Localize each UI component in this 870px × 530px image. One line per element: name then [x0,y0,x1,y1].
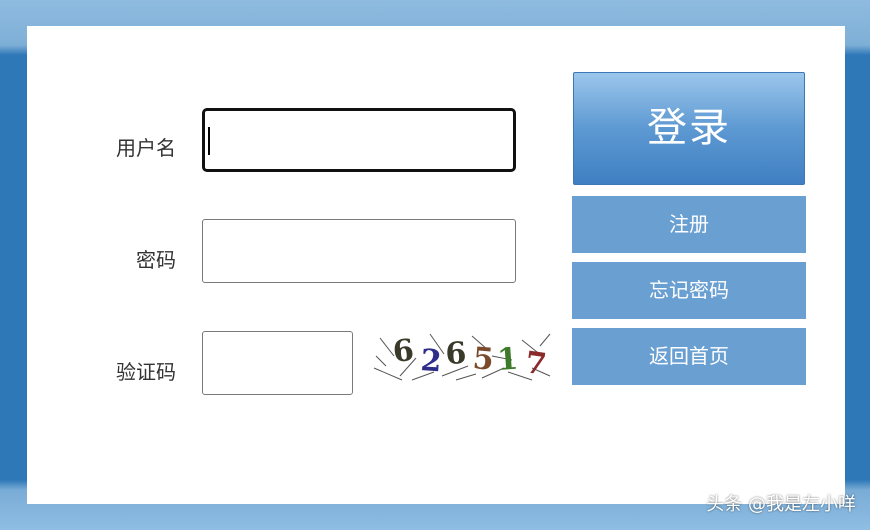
captcha-digit: 6 [445,336,468,372]
captcha-digit: 5 [471,341,495,378]
password-input[interactable] [203,220,515,282]
captcha-digit: 2 [419,343,442,379]
password-field[interactable] [202,219,516,283]
username-label: 用户名 [116,136,176,160]
password-label: 密码 [136,248,176,272]
username-input[interactable] [205,111,513,169]
text-cursor [208,127,210,155]
captcha-input[interactable] [203,332,352,394]
forgot-password-button[interactable]: 忘记密码 [572,262,806,319]
login-button[interactable]: 登录 [573,72,805,185]
captcha-label: 验证码 [116,360,176,384]
captcha-digits: 6 26 51 7 [391,333,548,382]
captcha-image[interactable]: 6 26 51 7 [372,326,552,383]
back-home-button[interactable]: 返回首页 [572,328,806,385]
captcha-graphic: 6 26 51 7 [373,333,551,383]
captcha-field[interactable] [202,331,353,395]
register-button[interactable]: 注册 [572,196,806,253]
captcha-digit: 6 [391,333,415,370]
watermark: 头条 @我是左小咩 [706,494,856,515]
captcha-digit: 7 [523,345,549,382]
captcha-digit: 1 [496,342,519,378]
username-field[interactable] [202,108,516,172]
